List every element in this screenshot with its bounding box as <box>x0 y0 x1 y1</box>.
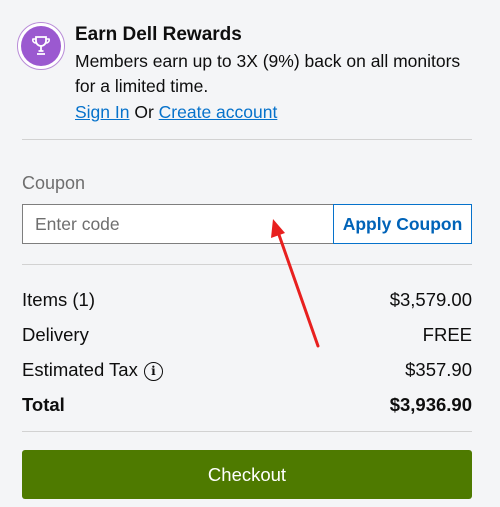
summary-row-delivery: Delivery FREE <box>22 322 472 348</box>
apply-coupon-button[interactable]: Apply Coupon <box>333 204 472 244</box>
summary-row-total: Total $3,936.90 <box>22 392 472 418</box>
rewards-links: Sign In Or Create account <box>75 100 485 125</box>
divider <box>22 264 472 265</box>
rewards-title: Earn Dell Rewards <box>75 24 242 45</box>
tax-label-group: Estimated Tax i <box>22 359 163 381</box>
rewards-text: Earn Dell Rewards Members earn up to 3X … <box>75 22 485 125</box>
cart-summary-panel: Earn Dell Rewards Members earn up to 3X … <box>0 0 500 507</box>
sign-in-link[interactable]: Sign In <box>75 102 129 122</box>
create-account-link[interactable]: Create account <box>159 102 278 122</box>
divider <box>22 431 472 432</box>
coupon-label: Coupon <box>22 173 86 193</box>
or-text: Or <box>129 102 159 122</box>
trophy-icon <box>21 26 61 66</box>
coupon-code-input[interactable] <box>22 204 334 244</box>
items-label: Items (1) <box>22 289 95 310</box>
rewards-description: Members earn up to 3X (9%) back on all m… <box>75 51 461 96</box>
checkout-button[interactable]: Checkout <box>22 450 472 499</box>
summary-row-tax: Estimated Tax i $357.90 <box>22 357 472 383</box>
delivery-value: FREE <box>422 324 472 345</box>
items-value: $3,579.00 <box>389 289 472 310</box>
total-label: Total <box>22 394 65 415</box>
summary-row-items: Items (1) $3,579.00 <box>22 287 472 313</box>
divider <box>22 139 472 140</box>
tax-label: Estimated Tax <box>22 359 138 380</box>
tax-value: $357.90 <box>405 359 472 380</box>
delivery-label: Delivery <box>22 324 89 345</box>
rewards-badge <box>17 22 65 70</box>
info-icon[interactable]: i <box>143 361 163 381</box>
total-value: $3,936.90 <box>389 394 472 415</box>
